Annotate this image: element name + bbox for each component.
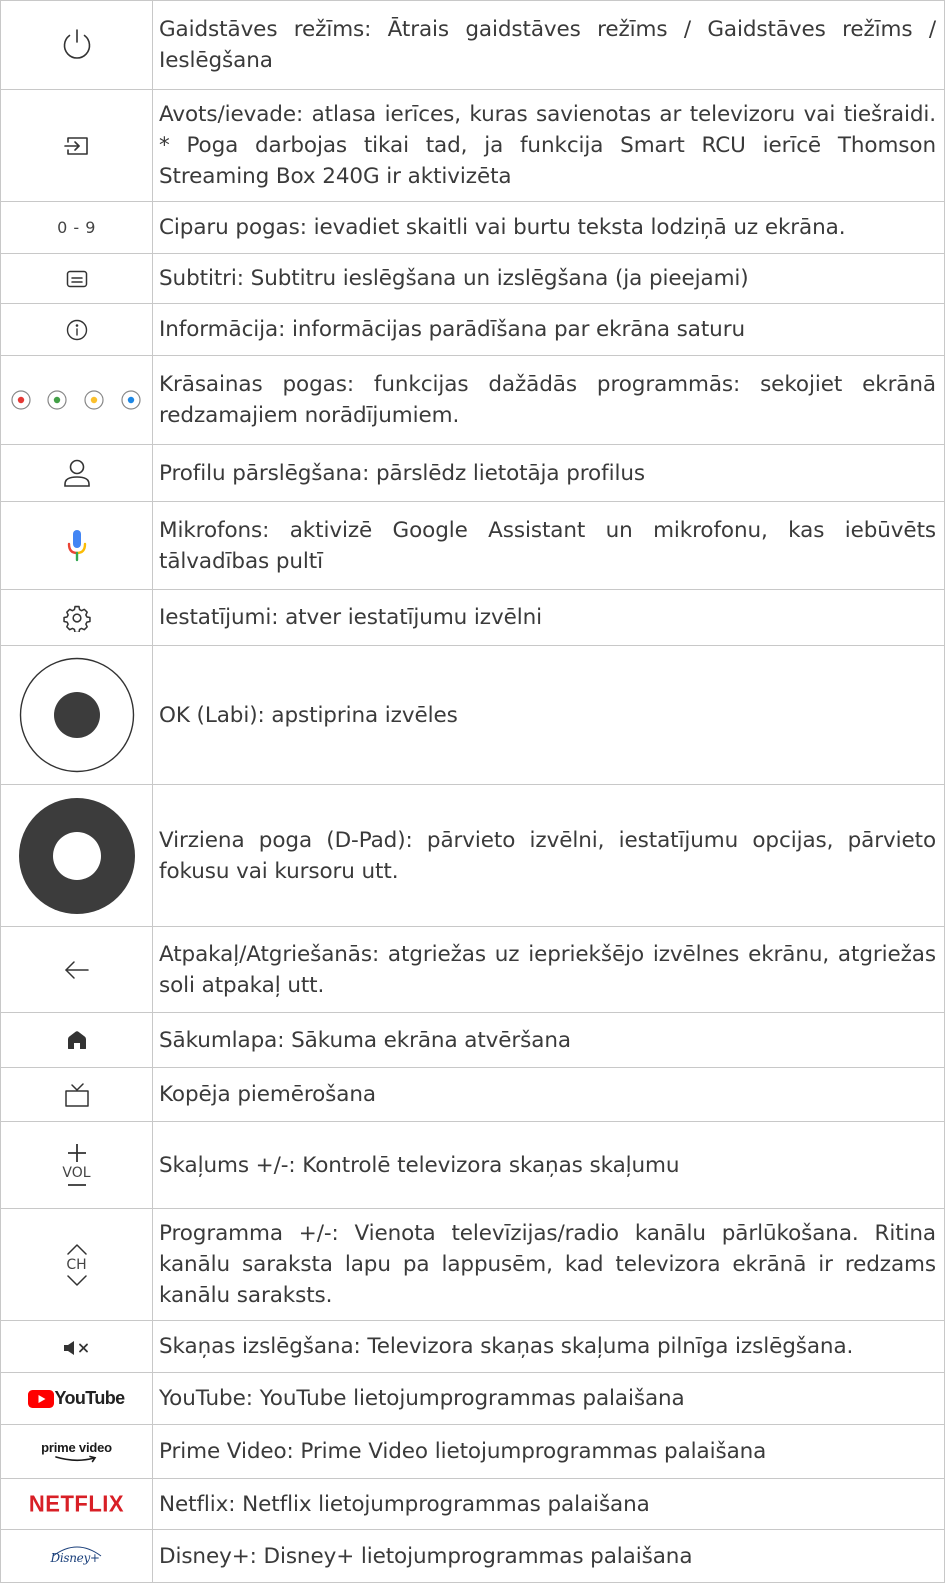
table-row: Atpakaļ/Atgriešanās: atgriežas uz ieprie… [0, 926, 945, 1013]
icon-cell: CH [0, 1208, 153, 1321]
ok-button-icon [19, 657, 134, 773]
vol-label: VOL [62, 1164, 91, 1181]
row-description: Iestatījumi: atver iestatījumu izvēlni [152, 589, 945, 646]
ch-label: CH [66, 1256, 87, 1273]
table-row: OK (Labi): apstiprina izvēles [0, 645, 945, 785]
table-row: Avots/ievade: atlasa ierīces, kuras savi… [0, 89, 945, 202]
table-row: Iestatījumi: atver iestatījumu izvēlni [0, 589, 945, 646]
row-description: Sākumlapa: Sākuma ekrāna atvēršana [152, 1012, 945, 1068]
icon-cell [0, 253, 153, 304]
row-description: Subtitri: Subtitru ieslēgšana un izslēgš… [152, 253, 945, 304]
chevron-down-icon [66, 1274, 87, 1286]
row-description: Informācija: informācijas parādīšana par… [152, 303, 945, 356]
table-row: Mikrofons: aktivizē Google Assistant un … [0, 501, 945, 590]
table-row: NETFLIX Netflix: Netflix lietojumprogram… [0, 1478, 945, 1530]
dpad-icon [18, 797, 135, 914]
icon-cell [0, 784, 153, 927]
power-icon [63, 29, 90, 59]
chevron-up-icon [66, 1243, 87, 1255]
color-buttons-icon [10, 390, 141, 410]
icon-cell [0, 89, 153, 202]
table-row: VOL Skaļums +/-: Kontrolē televizora ska… [0, 1121, 945, 1209]
icon-cell [0, 1012, 153, 1068]
table-row: Krāsainas pogas: funkcijas dažādās progr… [0, 355, 945, 445]
table-row: Sākumlapa: Sākuma ekrāna atvēršana [0, 1012, 945, 1068]
row-description: Kopēja piemērošana [152, 1067, 945, 1122]
row-description: Disney+: Disney+ lietojumprogrammas pala… [152, 1529, 945, 1583]
disney-wordmark: Disney+ [50, 1551, 100, 1565]
row-description: Atpakaļ/Atgriešanās: atgriežas uz ieprie… [152, 926, 945, 1013]
subtitles-icon [66, 271, 87, 288]
info-icon [66, 319, 87, 340]
icon-cell [0, 444, 153, 502]
row-description: Netflix: Netflix lietojumprogrammas pala… [152, 1478, 945, 1530]
icon-cell [0, 926, 153, 1013]
table-row: Subtitri: Subtitru ieslēgšana un izslēgš… [0, 253, 945, 304]
table-row: Informācija: informācijas parādīšana par… [0, 303, 945, 356]
row-description: Virziena poga (D-Pad): pārvieto izvēlni,… [152, 784, 945, 927]
row-description: Ciparu pogas: ievadiet skaitli vai burtu… [152, 201, 945, 254]
icon-cell [0, 303, 153, 356]
prime-video-wordmark: prime video [41, 1439, 112, 1455]
remote-buttons-table: Gaidstāves režīms: Ātrais gaidstāves rež… [0, 0, 945, 1583]
table-row: Skaņas izslēgšana: Televizora skaņas ska… [0, 1320, 945, 1373]
gear-icon [62, 605, 91, 632]
table-row: YouTube YouTube: YouTube lietojumprogram… [0, 1372, 945, 1425]
row-description: YouTube: YouTube lietojumprogrammas pala… [152, 1372, 945, 1425]
icon-cell: 0 - 9 [0, 201, 153, 254]
icon-cell [0, 355, 153, 445]
youtube-wordmark: YouTube [54, 1388, 125, 1408]
profile-icon [63, 459, 90, 487]
prime-smile-icon [54, 1455, 96, 1462]
youtube-logo: YouTube [28, 1388, 125, 1409]
digits-label: 0 - 9 [57, 218, 96, 237]
table-row: 0 - 9 Ciparu pogas: ievadiet skaitli vai… [0, 201, 945, 254]
icon-cell [0, 645, 153, 785]
volume-icon: VOL [57, 1143, 97, 1188]
row-description: Gaidstāves režīms: Ātrais gaidstāves rež… [152, 0, 945, 90]
icon-cell [0, 589, 153, 646]
back-arrow-icon [64, 961, 89, 979]
row-description: Skaņas izslēgšana: Televizora skaņas ska… [152, 1320, 945, 1373]
tv-icon [64, 1082, 89, 1107]
youtube-play-icon [28, 1389, 55, 1408]
icon-cell [0, 1320, 153, 1373]
row-description: Mikrofons: aktivizē Google Assistant un … [152, 501, 945, 590]
icon-cell [0, 501, 153, 590]
icon-cell [0, 1067, 153, 1122]
table-row: Gaidstāves režīms: Ātrais gaidstāves rež… [0, 0, 945, 90]
microphone-icon [67, 529, 86, 561]
row-description: Programma +/-: Vienota televīzijas/radio… [152, 1208, 945, 1321]
row-description: OK (Labi): apstiprina izvēles [152, 645, 945, 785]
table-row: Kopēja piemērošana [0, 1067, 945, 1122]
row-description: Profilu pārslēgšana: pārslēdz lietotāja … [152, 444, 945, 502]
icon-cell: Disney+ [0, 1529, 153, 1583]
channel-icon: CH [57, 1243, 97, 1287]
row-description: Krāsainas pogas: funkcijas dažādās progr… [152, 355, 945, 445]
table-row: Virziena poga (D-Pad): pārvieto izvēlni,… [0, 784, 945, 927]
row-description: Prime Video: Prime Video lietojumprogram… [152, 1424, 945, 1479]
plus-icon [67, 1143, 86, 1162]
icon-cell [0, 0, 153, 90]
netflix-logo: NETFLIX [28, 1490, 125, 1517]
icon-cell: YouTube [0, 1372, 153, 1425]
row-description: Avots/ievade: atlasa ierīces, kuras savi… [152, 89, 945, 202]
mute-icon [63, 1340, 88, 1355]
table-row: Disney+ Disney+: Disney+ lietojumprogram… [0, 1529, 945, 1583]
icon-cell: VOL [0, 1121, 153, 1209]
row-description: Skaļums +/-: Kontrolē televizora skaņas … [152, 1121, 945, 1209]
minus-icon [67, 1183, 86, 1186]
prime-video-logo: prime video [41, 1441, 112, 1463]
table-row: CH Programma +/-: Vienota televīzijas/ra… [0, 1208, 945, 1321]
table-row: Profilu pārslēgšana: pārslēdz lietotāja … [0, 444, 945, 502]
source-input-icon [63, 136, 88, 155]
icon-cell: prime video [0, 1424, 153, 1479]
icon-cell: NETFLIX [0, 1478, 153, 1530]
table-row: prime video Prime Video: Prime Video lie… [0, 1424, 945, 1479]
home-icon [67, 1031, 86, 1050]
